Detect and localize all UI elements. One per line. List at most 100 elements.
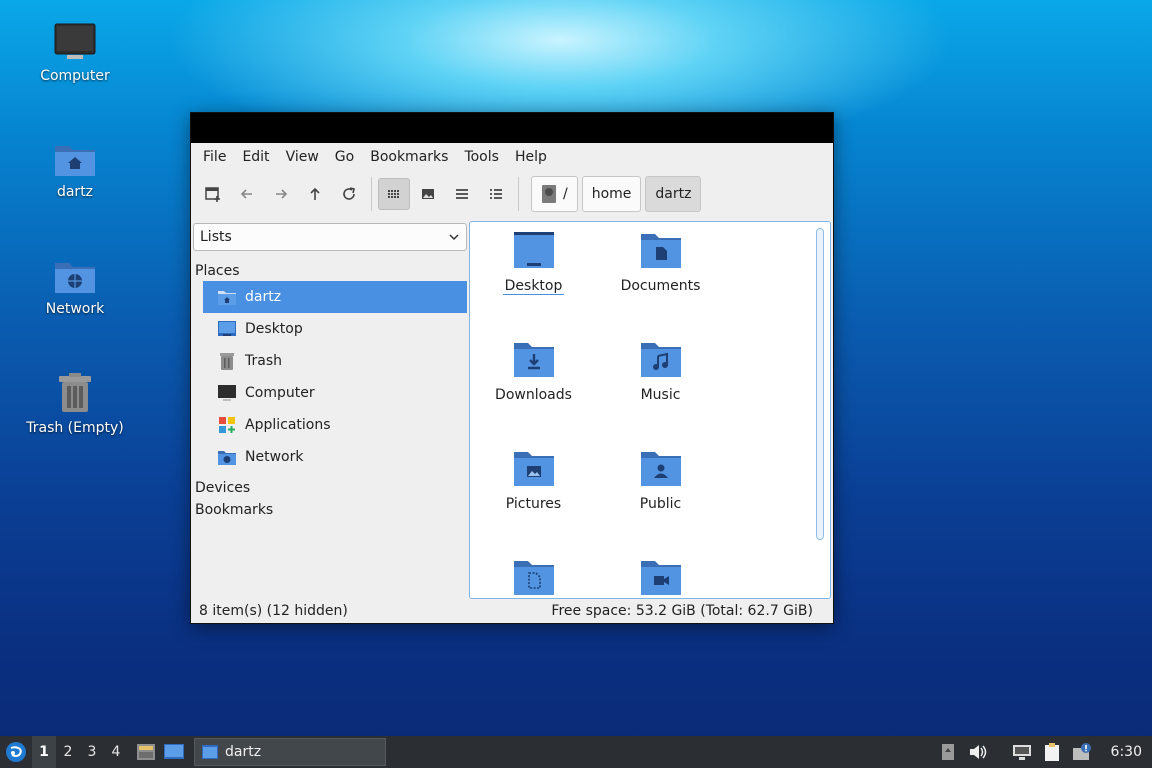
desktop-icon-network[interactable]: Network [20, 257, 130, 317]
menu-tools[interactable]: Tools [456, 143, 507, 171]
computer-icon [218, 385, 236, 401]
tray-storage-button[interactable] [937, 741, 959, 763]
sidebar-item-label: Computer [245, 385, 315, 401]
file-item-templates[interactable] [470, 549, 597, 598]
devices-heading[interactable]: Devices [193, 476, 467, 498]
clock[interactable]: 6:30 [1111, 744, 1142, 760]
status-free-space: Free space: 53.2 GiB (Total: 62.7 GiB) [551, 603, 813, 619]
reload-button[interactable] [333, 178, 365, 210]
sidebar-item-computer[interactable]: Computer [203, 377, 467, 409]
workspace-1-button[interactable]: 1 [32, 736, 56, 768]
file-item-music[interactable]: Music [597, 331, 724, 403]
desktop-icon-label: Trash (Empty) [26, 420, 124, 436]
up-button[interactable] [299, 178, 331, 210]
trash-icon [59, 373, 91, 412]
window-titlebar[interactable] [191, 113, 833, 143]
bookmarks-heading[interactable]: Bookmarks [193, 498, 467, 520]
side-pane: Lists Places dartz Desktop Trash Compute… [193, 221, 467, 599]
forward-button[interactable] [265, 178, 297, 210]
grid-icon [388, 190, 399, 198]
lxqt-logo-icon [6, 742, 26, 762]
tray-volume-button[interactable] [967, 741, 989, 763]
detailed-list-view-button[interactable] [480, 178, 512, 210]
music-folder-icon [640, 343, 681, 377]
menu-bookmarks[interactable]: Bookmarks [362, 143, 456, 171]
arrow-right-icon [276, 189, 288, 199]
sidebar-item-label: Applications [245, 417, 331, 433]
taskbar: 1 2 3 4 dartz 6:30 [0, 736, 1152, 768]
workspace-3-button[interactable]: 3 [80, 736, 104, 768]
back-button[interactable] [231, 178, 263, 210]
window-icon [202, 745, 218, 759]
new-tab-button[interactable] [197, 178, 229, 210]
file-item-public[interactable]: Public [597, 440, 724, 512]
vertical-scrollbar[interactable] [816, 228, 824, 540]
status-item-count: 8 item(s) (12 hidden) [199, 603, 348, 619]
desktop-icon-label: Computer [40, 68, 110, 84]
path-root-label: / [563, 186, 568, 202]
folder-icon-view[interactable]: Desktop Documents Downloads Music Pictur… [469, 221, 831, 599]
tray-notification-button[interactable] [1071, 741, 1093, 763]
desktop-icon [164, 744, 184, 759]
file-item-downloads[interactable]: Downloads [470, 331, 597, 403]
path-crumb-home[interactable]: home [581, 176, 642, 212]
sidebar-item-network[interactable]: Network [203, 441, 467, 473]
show-desktop-button[interactable] [160, 736, 188, 768]
path-crumb-dartz[interactable]: dartz [645, 176, 702, 212]
new-tab-icon [205, 187, 220, 202]
trash-icon [220, 353, 234, 370]
file-item-videos[interactable] [597, 549, 724, 598]
sidebar-item-applications[interactable]: Applications [203, 409, 467, 441]
list-icon [456, 189, 468, 199]
compact-view-button[interactable] [446, 178, 478, 210]
chevron-down-icon [449, 234, 459, 241]
toolbar-separator [371, 177, 372, 211]
icon-view-button[interactable] [378, 178, 410, 210]
desktop-icon-trash[interactable]: Trash (Empty) [20, 372, 130, 436]
path-root-button[interactable]: / [531, 176, 578, 212]
menu-view[interactable]: View [278, 143, 327, 171]
workspace-2-button[interactable]: 2 [56, 736, 80, 768]
thumbnail-view-button[interactable] [412, 178, 444, 210]
workspace-4-button[interactable]: 4 [104, 736, 128, 768]
sidebar-item-dartz[interactable]: dartz [203, 281, 467, 313]
sidebar-item-trash[interactable]: Trash [203, 345, 467, 377]
side-pane-mode-select[interactable]: Lists [193, 223, 467, 251]
file-item-desktop[interactable]: Desktop [470, 222, 597, 295]
desktop-icon-label: dartz [56, 184, 94, 200]
menu-edit[interactable]: Edit [234, 143, 277, 171]
taskbar-window-label: dartz [225, 744, 262, 760]
quicklaunch-file-manager[interactable] [132, 736, 160, 768]
clipboard-icon [1044, 743, 1059, 761]
file-item-label: Documents [620, 278, 701, 294]
menu-file[interactable]: File [195, 143, 234, 171]
downloads-folder-icon [513, 343, 554, 377]
sidebar-item-desktop[interactable]: Desktop [203, 313, 467, 345]
notification-icon [1072, 743, 1091, 760]
taskbar-window-dartz[interactable]: dartz [194, 738, 386, 766]
tray-clipboard-button[interactable] [1041, 741, 1063, 763]
desktop-icon-computer[interactable]: Computer [20, 22, 130, 84]
file-item-label: Pictures [505, 496, 562, 512]
arrow-left-icon [240, 189, 252, 199]
file-item-label: Music [640, 387, 681, 403]
desktop-icon-label: Network [45, 301, 105, 317]
sidebar-item-label: Network [245, 449, 304, 465]
drive-icon [542, 185, 556, 203]
start-menu-button[interactable] [0, 736, 32, 768]
home-folder-icon [55, 146, 95, 176]
file-manager-window: File Edit View Go Bookmarks Tools Help /… [190, 112, 834, 624]
menu-go[interactable]: Go [327, 143, 362, 171]
places-heading[interactable]: Places [193, 259, 467, 281]
desktop-icon-dartz[interactable]: dartz [20, 140, 130, 200]
file-cabinet-icon [137, 744, 155, 760]
tray-network-button[interactable] [1011, 741, 1033, 763]
file-item-pictures[interactable]: Pictures [470, 440, 597, 512]
file-item-documents[interactable]: Documents [597, 222, 724, 294]
path-bar: / home dartz [531, 176, 702, 212]
menu-bar: File Edit View Go Bookmarks Tools Help [191, 143, 833, 171]
network-icon [218, 451, 236, 465]
file-item-label: Downloads [495, 387, 572, 403]
menu-help[interactable]: Help [507, 143, 555, 171]
image-icon [422, 189, 434, 199]
